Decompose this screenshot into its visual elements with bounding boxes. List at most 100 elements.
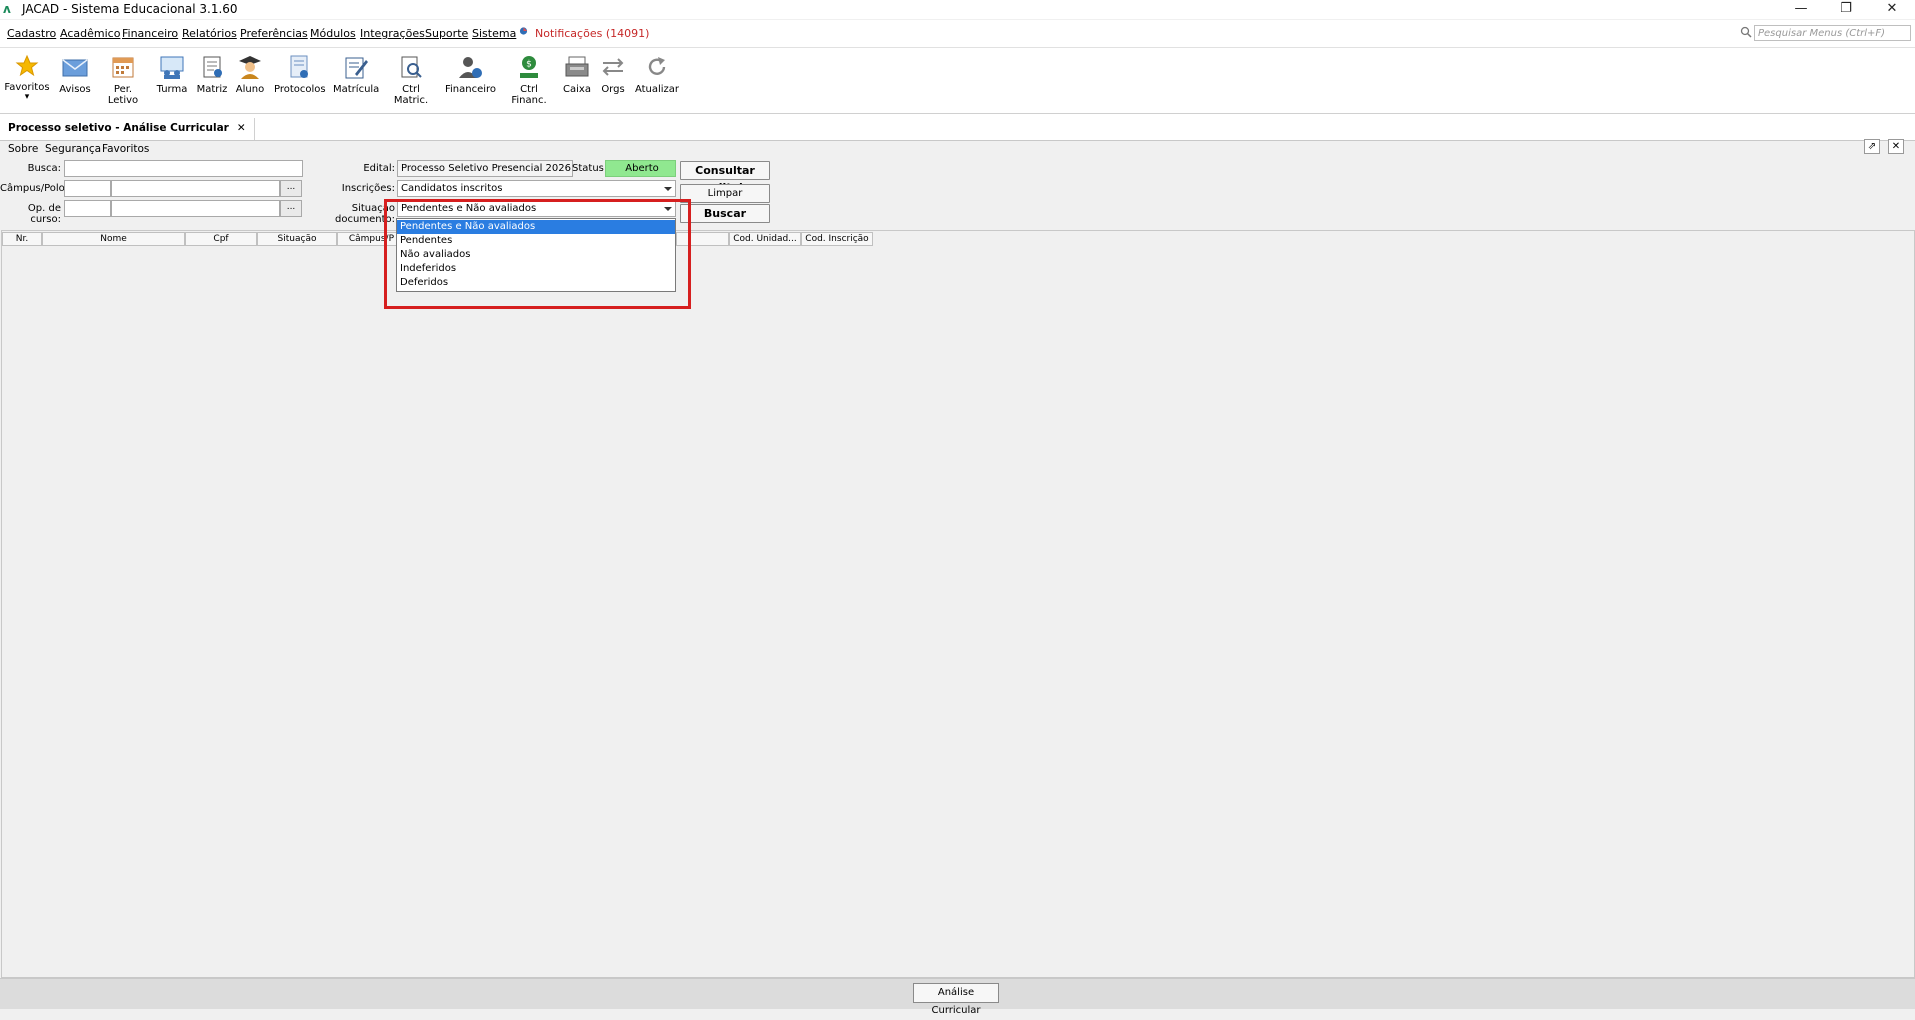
curso-code-input[interactable] [64,200,111,217]
highlight-box [384,199,691,309]
notification-icon [519,27,528,35]
student-icon [239,56,261,79]
search-icon [1740,26,1752,38]
toolbar-label: Protocolos [274,84,326,95]
toolbar-avisos[interactable]: Avisos [58,54,92,95]
busca-input[interactable] [64,160,303,177]
results-grid[interactable] [1,230,1915,978]
star-icon [15,54,39,77]
toolbar-label: Ctrl Matric. [393,84,429,106]
notifications-link[interactable]: Notificações (14091) [535,27,649,40]
menu-search-input[interactable]: Pesquisar Menus (Ctrl+F) [1754,25,1911,41]
tab-analise-curricular[interactable]: Processo seletivo - Análise Curricular ✕ [0,118,255,140]
toolbar-matricula[interactable]: Matrícula [333,54,380,95]
finance-control-icon: $ [520,56,538,78]
toolbar-per-letivo[interactable]: Per. Letivo [100,54,146,106]
campus-label: Câmpus/Polo: [0,183,69,194]
favoritos-dropdown-icon: ▾ [24,92,30,102]
tab-strip: Processo seletivo - Análise Curricular ✕ [0,114,1915,141]
toolbar-atualizar[interactable]: Atualizar [634,54,680,95]
toolbar-ctrl-matric[interactable]: Ctrl Matric. [386,54,436,106]
campus-name-input[interactable] [111,180,280,197]
buscar-button[interactable]: Buscar [680,204,770,223]
limpar-button[interactable]: Limpar [680,184,770,203]
cashier-icon [565,56,589,77]
envelope-icon [62,59,88,77]
app-logo-icon: ʌ [3,2,11,16]
toolbar-label: Per. Letivo [107,84,139,106]
column-header-cod-unidade[interactable]: Cod. Unidad... [729,232,801,246]
tab-label: Processo seletivo - Análise Curricular [8,122,229,134]
submenu-favoritos[interactable]: Favoritos [102,143,149,155]
menu-bar: Cadastro Acadêmico Financeiro Relatórios… [0,20,1915,48]
campus-lookup-button[interactable]: ... [280,180,302,197]
consultar-edital-button[interactable]: Consultar edital [680,161,770,194]
toolbar-label: Turma [156,84,188,95]
close-panel-button[interactable]: ✕ [1888,139,1904,154]
maximize-button[interactable]: ❐ [1823,0,1869,19]
toolbar-aluno[interactable]: Aluno [234,54,266,95]
column-header-nr[interactable]: Nr. [2,232,42,246]
toolbar-matriz[interactable]: Matriz [196,54,228,95]
inscricoes-select[interactable]: Candidatos inscritos [397,180,676,197]
toolbar-label: Caixa [563,84,591,95]
toolbar-label: Matriz [196,84,228,95]
inscricoes-label: Inscrições: [341,183,395,194]
toolbar-label: Orgs [601,84,625,95]
status-badge: Aberto [605,160,676,177]
menu-preferencias[interactable]: Preferências [240,27,308,40]
toolbar-label: Atualizar [634,84,680,95]
toolbar-orgs[interactable]: Orgs [598,54,628,95]
column-header-cod-inscricao[interactable]: Cod. Inscrição [801,232,873,246]
submenu-seguranca[interactable]: Segurança [45,143,101,155]
toolbar-label: Financeiro [445,84,497,95]
chevron-down-icon [664,187,672,191]
class-icon [160,56,184,79]
campus-code-input[interactable] [64,180,111,197]
situacao-label: Situaçao documento: [335,203,395,225]
matrix-icon [203,56,222,78]
tab-close-icon[interactable]: ✕ [237,122,246,134]
menu-sistema[interactable]: Sistema [472,27,516,40]
menu-financeiro[interactable]: Financeiro [122,27,178,40]
window-title: JACAD - Sistema Educacional 3.1.60 [22,2,238,16]
enrollment-control-icon [401,56,422,78]
menu-relatorios[interactable]: Relatórios [182,27,237,40]
inscricoes-value: Candidatos inscritos [401,183,503,194]
column-header-nome[interactable]: Nome [42,232,185,246]
status-label: Status: [572,163,608,174]
column-header-cpf[interactable]: Cpf [185,232,257,246]
toolbar-turma[interactable]: Turma [156,54,188,95]
menu-cadastro[interactable]: Cadastro [7,27,56,40]
toolbar-financeiro[interactable]: Financeiro [445,54,497,95]
edital-label: Edital: [363,163,395,174]
enrollment-icon [345,57,368,79]
column-header-situacao[interactable]: Situação [257,232,337,246]
detach-panel-button[interactable]: ⇗ [1864,139,1880,154]
analise-curricular-button[interactable]: Análise Curricular [913,983,999,1016]
busca-label: Busca: [27,163,61,174]
toolbar-protocolos[interactable]: Protocolos [274,54,326,95]
toolbar-favoritos[interactable]: Favoritos ▾ [4,54,50,102]
toolbar-label: Ctrl Financ. [511,84,547,106]
menu-academico[interactable]: Acadêmico [60,27,120,40]
curso-name-input[interactable] [111,200,280,217]
svg-text:$: $ [526,60,532,70]
calendar-icon [112,57,134,78]
protocol-icon [290,55,308,78]
close-window-button[interactable]: ✕ [1869,0,1915,19]
edital-field: Processo Seletivo Presencial 2026 [397,160,573,177]
finance-icon [459,57,482,78]
menu-modulos[interactable]: Módulos [310,27,356,40]
toolbar-ctrl-financ[interactable]: $ Ctrl Financ. [503,54,555,106]
minimize-button[interactable]: — [1778,0,1824,19]
menu-suporte[interactable]: Suporte [425,27,468,40]
toolbar-label: Matrícula [333,84,380,95]
toolbar-label: Aluno [235,84,265,95]
toolbar-caixa[interactable]: Caixa [562,54,592,95]
toolbar-label: Avisos [59,84,91,95]
menu-integracoes[interactable]: Integrações [360,27,425,40]
submenu-sobre[interactable]: Sobre [8,143,38,155]
toolbar: Favoritos ▾ Avisos Per. Letivo Turma Mat… [0,48,1915,114]
title-bar: ʌ JACAD - Sistema Educacional 3.1.60 — ❐… [0,0,1915,19]
